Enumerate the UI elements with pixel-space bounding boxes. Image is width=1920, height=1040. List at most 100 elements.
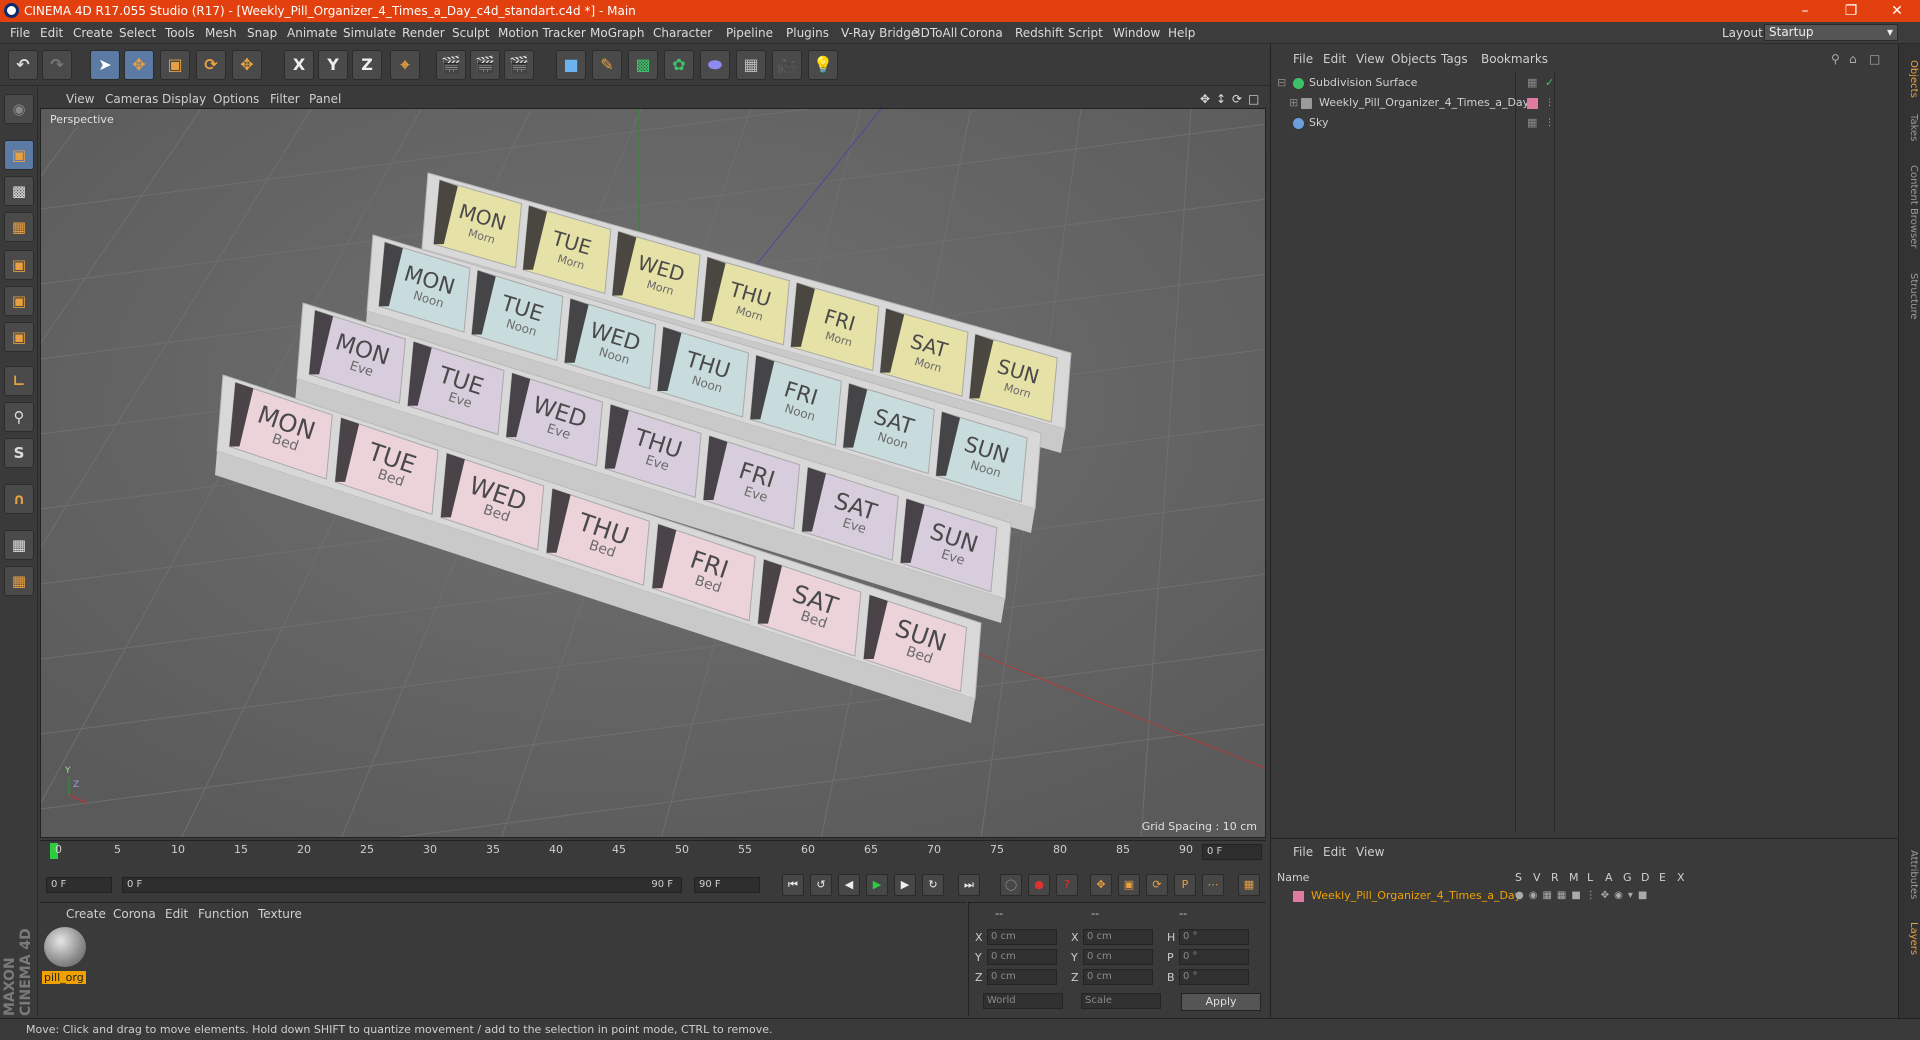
tab-attributes[interactable]: Attributes xyxy=(1901,840,1919,910)
layer-icon[interactable]: ▦ xyxy=(1527,114,1537,132)
viewport-move-icon[interactable]: ✥ xyxy=(1200,92,1210,106)
size-x-field[interactable]: 0 cm xyxy=(1083,929,1153,945)
home-icon[interactable]: ⌂ xyxy=(1849,52,1857,66)
viewport-menu-view[interactable]: View xyxy=(66,92,94,106)
menu-snap[interactable]: Snap xyxy=(247,26,277,40)
end-frame-field[interactable]: 90 F xyxy=(694,877,760,893)
layer-name[interactable]: Weekly_Pill_Organizer_4_Times_a_Day xyxy=(1311,887,1521,905)
layer-flags-icons[interactable]: ●◉▦▦■⋮✥◉▾■ xyxy=(1515,887,1652,905)
menu-help[interactable]: Help xyxy=(1168,26,1195,40)
menu-simulate[interactable]: Simulate xyxy=(343,26,396,40)
menu-motion-tracker[interactable]: Motion Tracker xyxy=(498,26,586,40)
close-icon[interactable]: □ xyxy=(1869,52,1880,66)
cloner-button[interactable]: ✿ xyxy=(664,50,694,80)
current-frame-field[interactable]: 0 F xyxy=(1202,844,1262,860)
menu-vray-bridge[interactable]: V-Ray Bridge xyxy=(841,26,918,40)
y-axis-button[interactable]: Y xyxy=(318,50,348,80)
coordinate-system-button[interactable]: ⌖ xyxy=(390,50,420,80)
go-to-start-button[interactable]: ⏮ xyxy=(782,874,804,896)
tab-takes[interactable]: Takes xyxy=(1901,108,1919,148)
axis-mode-button[interactable]: ∟ xyxy=(4,366,34,396)
viewport-menu-display[interactable]: Display xyxy=(162,92,206,106)
layer-menu-file[interactable]: File xyxy=(1293,845,1313,859)
key-parameter-button[interactable]: P xyxy=(1174,874,1196,896)
camera-button[interactable]: 🎥 xyxy=(772,50,802,80)
rotation-p-field[interactable]: 0 ° xyxy=(1179,949,1249,965)
viewport-menu-panel[interactable]: Panel xyxy=(309,92,341,106)
redo-button[interactable]: ↷ xyxy=(42,50,72,80)
close-button[interactable]: ✕ xyxy=(1874,0,1920,22)
rotation-h-field[interactable]: 0 ° xyxy=(1179,929,1249,945)
key-help-button[interactable]: ? xyxy=(1056,874,1078,896)
previous-key-button[interactable]: ↺ xyxy=(810,874,832,896)
key-rotation-button[interactable]: ⟳ xyxy=(1146,874,1168,896)
menu-pipeline[interactable]: Pipeline xyxy=(726,26,773,40)
pen-spline-button[interactable]: ✎ xyxy=(592,50,622,80)
model-mode-button[interactable]: ▣ xyxy=(4,140,34,170)
snap-button[interactable]: S xyxy=(4,438,34,468)
menu-corona[interactable]: Corona xyxy=(960,26,1003,40)
render-settings-button[interactable]: 🎬 xyxy=(504,50,534,80)
menu-file[interactable]: File xyxy=(10,26,30,40)
checkmark-icon[interactable]: ✓ xyxy=(1545,74,1554,92)
menu-render[interactable]: Render xyxy=(402,26,445,40)
position-y-field[interactable]: 0 cm xyxy=(987,949,1057,965)
make-editable-button[interactable]: ◉ xyxy=(4,94,34,124)
render-view-button[interactable]: 🎬 xyxy=(436,50,466,80)
viewport-zoom-icon[interactable]: ↕ xyxy=(1216,92,1226,106)
next-frame-button[interactable]: ▶ xyxy=(894,874,916,896)
deformer-button[interactable]: ⬬ xyxy=(700,50,730,80)
object-row-subdivision-surface[interactable]: ⊟ Subdivision Surface ▦ ✓ xyxy=(1275,74,1893,92)
render-picture-viewer-button[interactable]: 🎬 xyxy=(470,50,500,80)
material-menu-edit[interactable]: Edit xyxy=(165,907,188,921)
restore-button[interactable]: ❐ xyxy=(1828,0,1874,22)
object-menu-view[interactable]: View xyxy=(1356,52,1384,66)
perspective-viewport[interactable]: MON Morn TUE Morn WED Morn THU Morn FRI Morn SAT Mo… xyxy=(40,108,1266,838)
layer-icon[interactable]: ▦ xyxy=(1527,74,1537,92)
material-menu-function[interactable]: Function xyxy=(198,907,249,921)
viewport-maximize-icon[interactable]: □ xyxy=(1248,92,1259,106)
workplane-snap-button[interactable]: ▦ xyxy=(4,566,34,596)
menu-select[interactable]: Select xyxy=(119,26,156,40)
auto-key-button[interactable]: ● xyxy=(1028,874,1050,896)
size-y-field[interactable]: 0 cm xyxy=(1083,949,1153,965)
size-z-field[interactable]: 0 cm xyxy=(1083,969,1153,985)
subdivision-surface-button[interactable]: ▩ xyxy=(628,50,658,80)
key-scale-button[interactable]: ▣ xyxy=(1118,874,1140,896)
layout-dropdown[interactable]: Startup ▾ xyxy=(1764,24,1898,41)
rotation-b-field[interactable]: 0 ° xyxy=(1179,969,1249,985)
material-name[interactable]: pill_org xyxy=(42,971,86,984)
minimize-button[interactable]: – xyxy=(1782,0,1828,22)
workplane-lock-button[interactable]: ▦ xyxy=(4,530,34,560)
viewport-menu-options[interactable]: Options xyxy=(213,92,259,106)
cube-button[interactable]: ■ xyxy=(556,50,586,80)
menu-tools[interactable]: Tools xyxy=(165,26,195,40)
points-mode-button[interactable]: ▣ xyxy=(4,250,34,280)
record-button[interactable]: ◯ xyxy=(1000,874,1022,896)
material-menu-corona[interactable]: Corona xyxy=(113,907,156,921)
menu-character[interactable]: Character xyxy=(653,26,712,40)
layer-row[interactable]: Weekly_Pill_Organizer_4_Times_a_Day ●◉▦▦… xyxy=(1275,887,1893,905)
collapse-icon[interactable]: ⊟ xyxy=(1277,74,1286,92)
tab-content-browser[interactable]: Content Browser xyxy=(1901,152,1919,262)
rotate-tool-button[interactable]: ⟳ xyxy=(196,50,226,80)
play-button[interactable]: ▶ xyxy=(866,874,888,896)
material-thumbnail[interactable] xyxy=(44,927,86,967)
workplane-mode-button[interactable]: ▦ xyxy=(4,212,34,242)
tab-objects[interactable]: Objects xyxy=(1901,54,1919,104)
position-x-field[interactable]: 0 cm xyxy=(987,929,1057,945)
layer-color-swatch[interactable] xyxy=(1293,891,1304,902)
undo-button[interactable]: ↶ xyxy=(8,50,38,80)
timeline-ruler[interactable]: 0 5 10 15 20 25 30 35 40 45 50 55 60 65 … xyxy=(40,840,1266,862)
object-menu-edit[interactable]: Edit xyxy=(1323,52,1346,66)
texture-mode-button[interactable]: ▩ xyxy=(4,176,34,206)
object-menu-tags[interactable]: Tags xyxy=(1441,52,1468,66)
x-axis-button[interactable]: X xyxy=(284,50,314,80)
menu-mesh[interactable]: Mesh xyxy=(205,26,237,40)
visibility-dots-icon[interactable]: ⋮ xyxy=(1545,114,1554,132)
scale-tool-button[interactable]: ▣ xyxy=(160,50,190,80)
object-row-sky[interactable]: Sky ▦ ⋮ xyxy=(1275,114,1893,132)
move-tool-button[interactable]: ✥ xyxy=(124,50,154,80)
light-button[interactable]: 💡 xyxy=(808,50,838,80)
object-row-pill-organizer[interactable]: ⊞ Weekly_Pill_Organizer_4_Times_a_Day ⋮ xyxy=(1275,94,1893,112)
